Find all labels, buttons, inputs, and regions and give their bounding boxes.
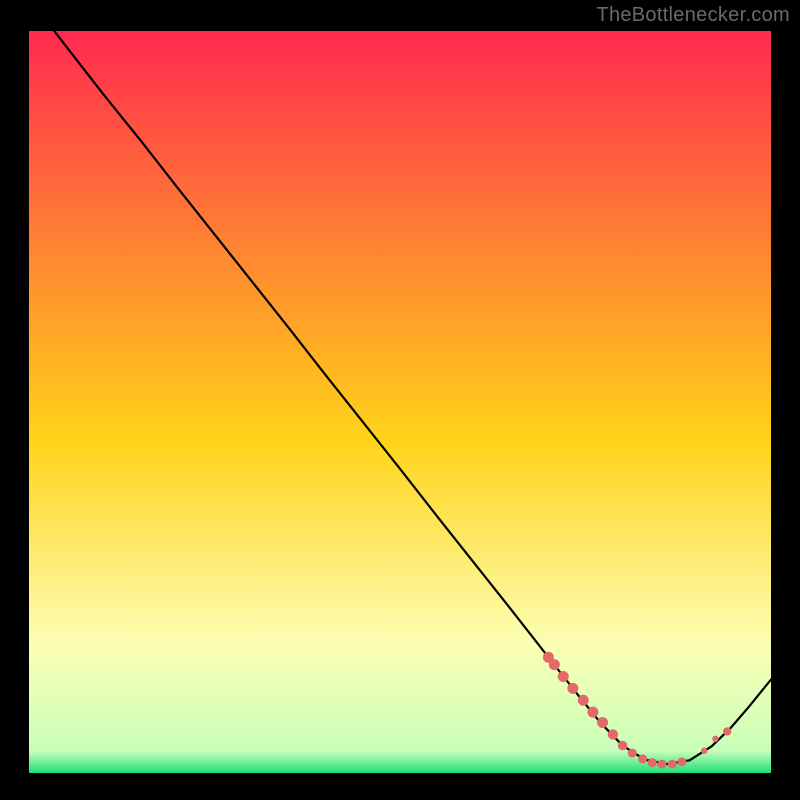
highlight-dot xyxy=(618,741,628,751)
highlight-dot xyxy=(549,659,560,670)
highlight-dot xyxy=(628,748,637,757)
highlight-dot xyxy=(638,754,647,763)
highlight-dot xyxy=(608,729,618,739)
highlight-dot xyxy=(712,736,718,742)
highlight-dot xyxy=(587,707,598,718)
highlight-dot xyxy=(578,695,589,706)
highlight-dot xyxy=(668,760,677,769)
highlight-dot xyxy=(597,717,608,728)
highlight-dot xyxy=(701,748,707,754)
chart-plot-area xyxy=(29,31,771,773)
highlight-dot xyxy=(648,758,657,767)
highlight-dot xyxy=(567,683,578,694)
highlight-dot xyxy=(723,727,731,735)
watermark-label: TheBottlenecker.com xyxy=(596,4,790,27)
highlight-dot xyxy=(558,671,569,682)
highlight-dot xyxy=(657,760,666,769)
highlight-dot xyxy=(677,757,686,766)
bottleneck-chart xyxy=(0,0,800,800)
chart-stage: TheBottlenecker.com xyxy=(0,0,800,800)
